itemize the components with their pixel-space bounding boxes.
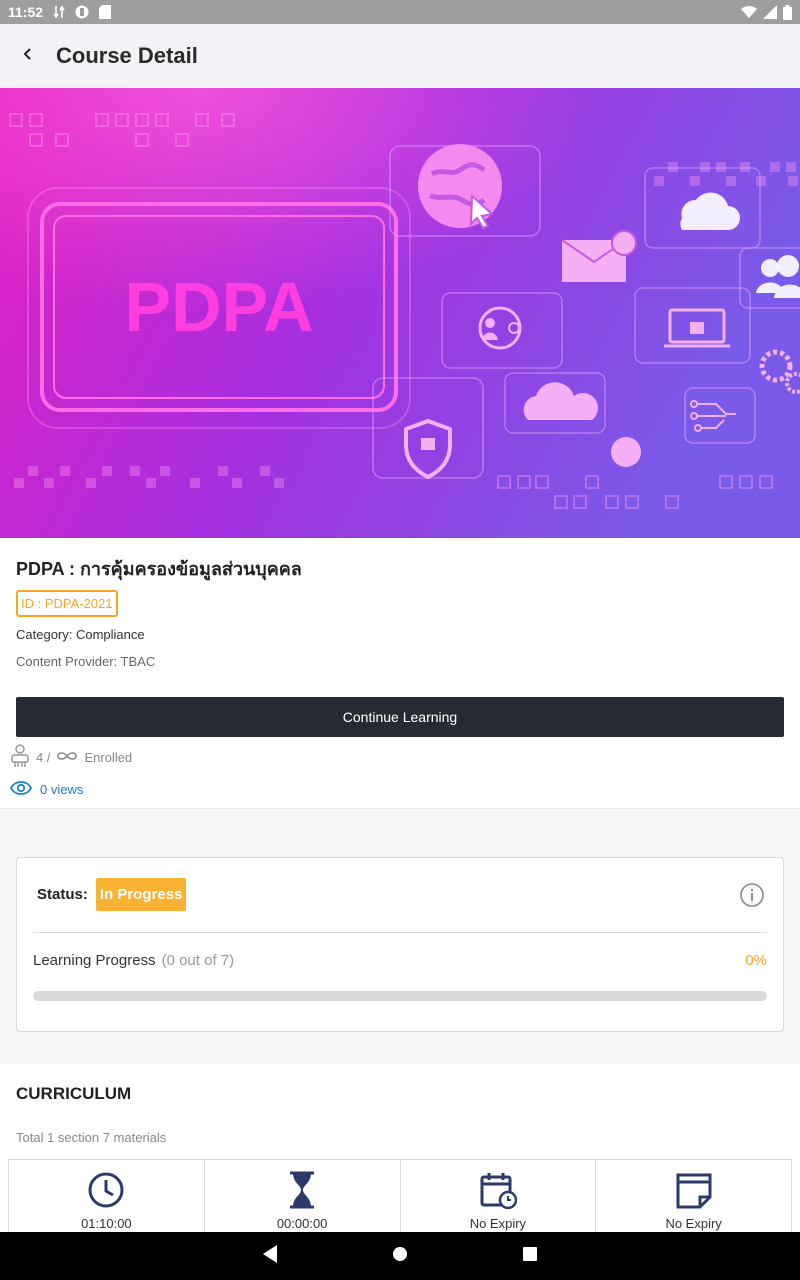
nav-back-button[interactable] <box>255 1241 285 1271</box>
square-recents-icon <box>522 1246 538 1267</box>
battery-icon <box>783 4 792 20</box>
app-notification-icon <box>75 5 89 19</box>
clock-icon <box>86 1170 126 1210</box>
stat-access-value: No Expiry <box>665 1216 722 1231</box>
eye-icon <box>9 780 33 799</box>
continue-learning-button[interactable]: Continue Learning <box>16 697 784 737</box>
wifi-icon <box>741 5 757 19</box>
system-nav-bar <box>0 1232 800 1280</box>
info-icon[interactable] <box>739 882 765 908</box>
enrolled-label: Enrolled <box>84 749 133 765</box>
course-title: PDPA : การคุ้มครองข้อมูลส่วนบุคคล <box>16 559 302 579</box>
course-banner: PDPA <box>0 88 800 538</box>
progress-bar <box>33 991 767 1001</box>
stat-expiry: No Expiry <box>401 1160 597 1232</box>
stat-duration-value: 01:10:00 <box>81 1216 132 1231</box>
banner-text: PDPA <box>124 268 313 346</box>
views-count: 0 views <box>40 781 84 797</box>
course-id-badge: ID : PDPA-2021 <box>16 590 118 617</box>
course-info: PDPA : การคุ้มครองข้อมูลส่วนบุคคล ID : P… <box>16 555 784 669</box>
nav-recents-button[interactable] <box>515 1241 545 1271</box>
triangle-back-icon <box>261 1244 279 1269</box>
sd-card-icon <box>99 5 112 19</box>
course-category: Category: Compliance <box>16 627 145 642</box>
stat-access: No Expiry <box>596 1160 791 1232</box>
hourglass-icon <box>282 1170 322 1210</box>
card-divider <box>33 932 767 933</box>
stat-time-spent: 00:00:00 <box>205 1160 401 1232</box>
progress-count: (0 out of 7) <box>161 952 235 969</box>
views-info[interactable]: 0 views <box>9 777 84 801</box>
progress-row: Learning Progress (0 out of 7) 0% <box>33 952 767 969</box>
page-title: Course Detail <box>56 43 198 68</box>
stat-duration: 01:10:00 <box>9 1160 205 1232</box>
stat-time-spent-value: 00:00:00 <box>276 1216 328 1231</box>
back-button[interactable] <box>0 24 56 88</box>
chevron-left-icon <box>21 47 35 66</box>
data-transfer-icon <box>53 5 65 19</box>
circle-home-icon <box>391 1245 409 1268</box>
stat-expiry-value: No Expiry <box>469 1216 527 1231</box>
enrolled-user-icon <box>10 743 30 771</box>
signal-icon <box>763 5 777 19</box>
calendar-clock-icon <box>478 1170 518 1210</box>
curriculum-summary: Total 1 section 7 materials <box>16 1130 167 1145</box>
note-icon <box>674 1170 714 1210</box>
progress-percent: 0% <box>745 952 767 969</box>
enrollment-info: 4 / Enrolled <box>10 743 133 771</box>
progress-label: Learning Progress <box>33 952 156 969</box>
status-badge: In Progress <box>95 878 187 911</box>
nav-home-button[interactable] <box>385 1241 415 1271</box>
curriculum-title: CURRICULUM <box>16 1084 132 1103</box>
app-bar: Course Detail <box>0 24 800 88</box>
status-row: Status: In Progress <box>37 878 187 911</box>
enrolled-count: 4 / <box>36 749 51 765</box>
status-label: Status: <box>37 886 88 903</box>
status-card: Status: In Progress Learning Progress (0… <box>16 857 784 1032</box>
status-time: 11:52 <box>8 4 44 20</box>
infinity-icon <box>56 750 78 765</box>
status-bar: 11:52 <box>0 0 800 24</box>
course-stats: 01:10:00 00:00:00 No Expiry No Expiry <box>8 1159 792 1232</box>
content-provider: Content Provider: TBAC <box>16 654 156 669</box>
